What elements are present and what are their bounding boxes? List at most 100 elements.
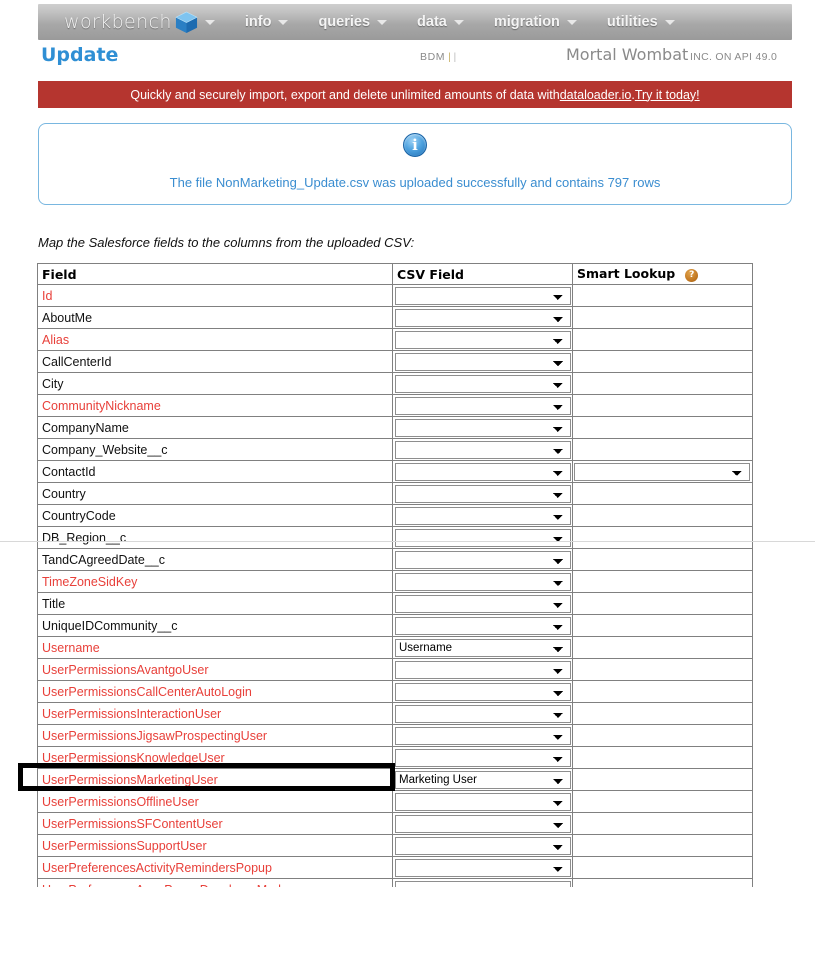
csv-field-select[interactable]	[395, 375, 571, 393]
column-header-smart-lookup: Smart Lookup?	[572, 263, 753, 285]
csv-field-cell	[392, 570, 573, 593]
csv-field-cell	[392, 438, 573, 461]
smart-lookup-cell	[572, 328, 753, 351]
csv-field-cell	[392, 526, 573, 549]
csv-field-select[interactable]	[395, 661, 571, 679]
smart-lookup-cell	[572, 812, 753, 835]
csv-field-cell	[392, 702, 573, 725]
csv-field-select[interactable]	[395, 573, 571, 591]
field-name-cell: UserPermissionsAvantgoUser	[37, 658, 393, 681]
table-row: Alias	[37, 328, 753, 351]
table-body: Id AboutMe Alias CallCenterId City CommunityN…	[37, 284, 753, 901]
csv-field-select[interactable]	[395, 485, 571, 503]
csv-field-select[interactable]	[395, 793, 571, 811]
csv-field-select[interactable]: Username	[395, 639, 571, 657]
screenshot-seam-artifact	[0, 541, 815, 542]
csv-field-select[interactable]	[395, 749, 571, 767]
smart-lookup-cell	[572, 460, 753, 483]
field-name-cell: CompanyName	[37, 416, 393, 439]
table-row: CompanyName	[37, 416, 753, 439]
csv-field-select[interactable]	[395, 727, 571, 745]
csv-field-select[interactable]	[395, 859, 571, 877]
csv-field-cell	[392, 856, 573, 879]
csv-field-select[interactable]	[395, 441, 571, 459]
smart-lookup-cell	[572, 306, 753, 329]
table-row: CommunityNickname	[37, 394, 753, 417]
csv-field-cell	[392, 834, 573, 857]
smart-lookup-cell	[572, 570, 753, 593]
smart-lookup-cell	[572, 526, 753, 549]
table-row: Username Username	[37, 636, 753, 659]
csv-field-cell: Marketing User	[392, 768, 573, 791]
table-row: UniqueIDCommunity__c	[37, 614, 753, 637]
table-row: TimeZoneSidKey	[37, 570, 753, 593]
csv-field-select[interactable]	[395, 309, 571, 327]
csv-field-cell	[392, 724, 573, 747]
smart-lookup-select[interactable]	[574, 463, 750, 481]
smart-lookup-cell	[572, 746, 753, 769]
csv-field-select[interactable]	[395, 837, 571, 855]
table-header-row: Field CSV Field Smart Lookup?	[37, 263, 753, 285]
field-name-cell: TandCAgreedDate__c	[37, 548, 393, 571]
csv-field-select[interactable]	[395, 551, 571, 569]
table-row: UserPermissionsCallCenterAutoLogin	[37, 680, 753, 703]
csv-field-cell	[392, 372, 573, 395]
csv-field-cell	[392, 284, 573, 307]
csv-field-select[interactable]	[395, 463, 571, 481]
csv-field-select[interactable]	[395, 507, 571, 525]
field-name-cell: CommunityNickname	[37, 394, 393, 417]
field-name-cell: Username	[37, 636, 393, 659]
table-row: Id	[37, 284, 753, 307]
csv-field-select[interactable]	[395, 705, 571, 723]
field-name-cell: Alias	[37, 328, 393, 351]
field-name-cell: CallCenterId	[37, 350, 393, 373]
table-row: UserPermissionsMarketingUser Marketing Us…	[37, 768, 753, 791]
field-name-cell: UserPermissionsJigsawProspectingUser	[37, 724, 393, 747]
csv-field-select[interactable]	[395, 683, 571, 701]
smart-lookup-cell	[572, 614, 753, 637]
csv-field-select[interactable]: Marketing User	[395, 771, 571, 789]
csv-field-cell	[392, 306, 573, 329]
csv-field-select[interactable]	[395, 595, 571, 613]
csv-field-cell	[392, 328, 573, 351]
table-row: DB_Region__c	[37, 526, 753, 549]
table-row: UserPermissionsOfflineUser	[37, 790, 753, 813]
csv-field-select[interactable]	[395, 287, 571, 305]
table-row: UserPermissionsKnowledgeUser	[37, 746, 753, 769]
csv-field-select[interactable]	[395, 815, 571, 833]
csv-field-select[interactable]	[395, 331, 571, 349]
field-name-cell: Title	[37, 592, 393, 615]
csv-field-cell	[392, 416, 573, 439]
field-name-cell: UserPermissionsKnowledgeUser	[37, 746, 393, 769]
column-header-field: Field	[37, 263, 393, 285]
csv-field-cell	[392, 504, 573, 527]
csv-field-cell	[392, 658, 573, 681]
field-name-cell: UserPermissionsSupportUser	[37, 834, 393, 857]
help-question-icon[interactable]: ?	[685, 269, 699, 282]
field-mapping-table: Field CSV Field Smart Lookup? Id AboutMe A…	[37, 263, 753, 901]
csv-field-select[interactable]	[395, 353, 571, 371]
field-name-cell: UserPermissionsInteractionUser	[37, 702, 393, 725]
mapping-table-wrapper: Field CSV Field Smart Lookup? Id AboutMe A…	[0, 0, 815, 979]
viewport-bottom-mask	[0, 887, 815, 979]
field-name-cell: ContactId	[37, 460, 393, 483]
csv-field-select[interactable]	[395, 397, 571, 415]
smart-lookup-cell	[572, 504, 753, 527]
field-name-cell: UserPreferencesActivityRemindersPopup	[37, 856, 393, 879]
csv-field-cell	[392, 350, 573, 373]
field-name-cell: City	[37, 372, 393, 395]
smart-lookup-cell	[572, 394, 753, 417]
field-name-cell: Id	[37, 284, 393, 307]
field-name-cell: DB_Region__c	[37, 526, 393, 549]
table-row: ContactId	[37, 460, 753, 483]
smart-lookup-cell	[572, 658, 753, 681]
csv-field-select[interactable]	[395, 529, 571, 547]
csv-field-select[interactable]	[395, 617, 571, 635]
csv-field-cell	[392, 394, 573, 417]
csv-field-cell	[392, 482, 573, 505]
table-row: CallCenterId	[37, 350, 753, 373]
field-name-cell: UserPermissionsOfflineUser	[37, 790, 393, 813]
csv-field-select[interactable]	[395, 419, 571, 437]
table-row: UserPermissionsSFContentUser	[37, 812, 753, 835]
table-row: Title	[37, 592, 753, 615]
